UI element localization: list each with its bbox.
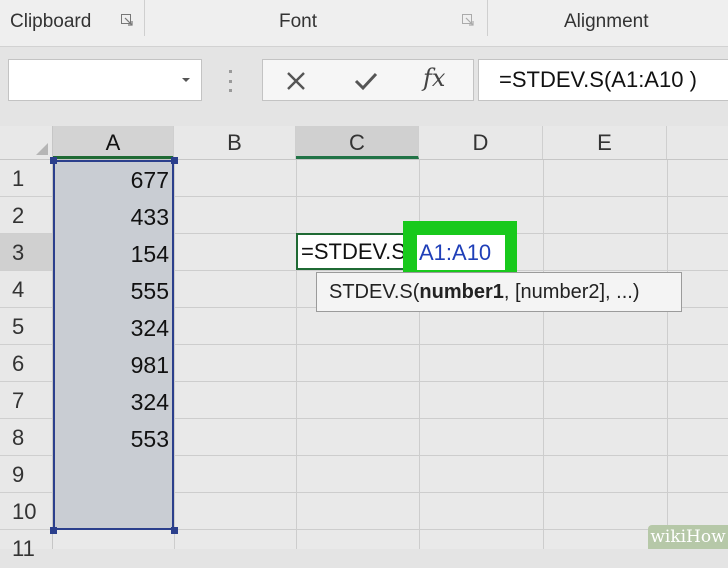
cell-a2[interactable]: 433: [53, 197, 169, 234]
row-header[interactable]: 5: [0, 308, 52, 345]
column-header-b[interactable]: B: [174, 126, 296, 159]
tooltip-rest: , [number2], ...): [503, 281, 640, 303]
formula-bar-grip[interactable]: [227, 70, 233, 92]
select-all-icon: [36, 143, 48, 155]
watermark-text: wikiHow: [650, 527, 726, 547]
selection-handle[interactable]: [171, 157, 178, 164]
range-reference-text[interactable]: A1:A10: [417, 235, 505, 270]
column-header-d[interactable]: D: [419, 126, 543, 159]
dialog-launcher-icon[interactable]: [462, 14, 475, 27]
cell-a9[interactable]: [53, 456, 169, 493]
row-header[interactable]: 6: [0, 345, 52, 382]
ribbon-group-alignment[interactable]: Alignment: [564, 0, 649, 46]
row-header[interactable]: 3: [0, 234, 52, 271]
ribbon-group-font[interactable]: Font: [279, 0, 317, 46]
chevron-down-icon[interactable]: [181, 76, 191, 84]
row-header[interactable]: 8: [0, 419, 52, 456]
close-icon[interactable]: [281, 66, 311, 96]
ribbon-group-strip: Clipboard Font Alignment: [0, 0, 728, 47]
tooltip-function: STDEV.S(: [329, 281, 420, 303]
grid-line: [543, 160, 544, 549]
select-all-corner[interactable]: [0, 126, 53, 159]
insert-function-button[interactable]: fx: [423, 64, 445, 92]
wikihow-watermark: wikiHow: [648, 525, 728, 549]
row-header-column: 1 2 3 4 5 6 7 8 9 10 11: [0, 160, 53, 561]
grid-line: [174, 160, 175, 549]
column-header-row: A B C D E: [0, 126, 728, 160]
cell-a8[interactable]: 553: [53, 419, 169, 456]
row-header[interactable]: 4: [0, 271, 52, 308]
ribbon-separator: [144, 0, 145, 36]
cell-a6[interactable]: 981: [53, 345, 169, 382]
formula-buttons: fx: [262, 59, 474, 101]
formula-bar: fx =STDEV.S(A1:A10 ): [0, 47, 728, 127]
cell-formula-prefix: =STDEV.S: [301, 239, 406, 264]
name-box[interactable]: [8, 59, 202, 101]
cell-a1[interactable]: 677: [53, 160, 169, 197]
cell-c3-editing[interactable]: =STDEV.S: [296, 233, 406, 270]
row-header[interactable]: 9: [0, 456, 52, 493]
column-header-a[interactable]: A: [53, 126, 174, 159]
grid-line: [667, 160, 668, 549]
cell-a4[interactable]: 555: [53, 271, 169, 308]
checkmark-icon[interactable]: [351, 66, 381, 96]
row-header[interactable]: 1: [0, 160, 52, 197]
cell-a5[interactable]: 324: [53, 308, 169, 345]
dialog-launcher-icon[interactable]: [121, 14, 134, 27]
column-header-c[interactable]: C: [296, 126, 419, 159]
grid-line: [296, 160, 297, 549]
formula-input[interactable]: =STDEV.S(A1:A10 ): [478, 59, 728, 101]
ribbon-separator: [487, 0, 488, 36]
grid-line: [419, 160, 420, 549]
selection-handle[interactable]: [171, 527, 178, 534]
row-header[interactable]: 10: [0, 493, 52, 530]
function-tooltip[interactable]: STDEV.S(number1, [number2], ...): [316, 272, 682, 312]
cell-a3[interactable]: 154: [53, 234, 169, 271]
column-header-e[interactable]: E: [543, 126, 667, 159]
column-header-f[interactable]: [667, 126, 728, 159]
tooltip-arg-number1[interactable]: number1: [419, 281, 503, 303]
row-header[interactable]: 2: [0, 197, 52, 234]
ribbon-group-clipboard[interactable]: Clipboard: [10, 0, 91, 46]
cell-a7[interactable]: 324: [53, 382, 169, 419]
row-header[interactable]: 7: [0, 382, 52, 419]
cell-a10[interactable]: [53, 493, 169, 530]
